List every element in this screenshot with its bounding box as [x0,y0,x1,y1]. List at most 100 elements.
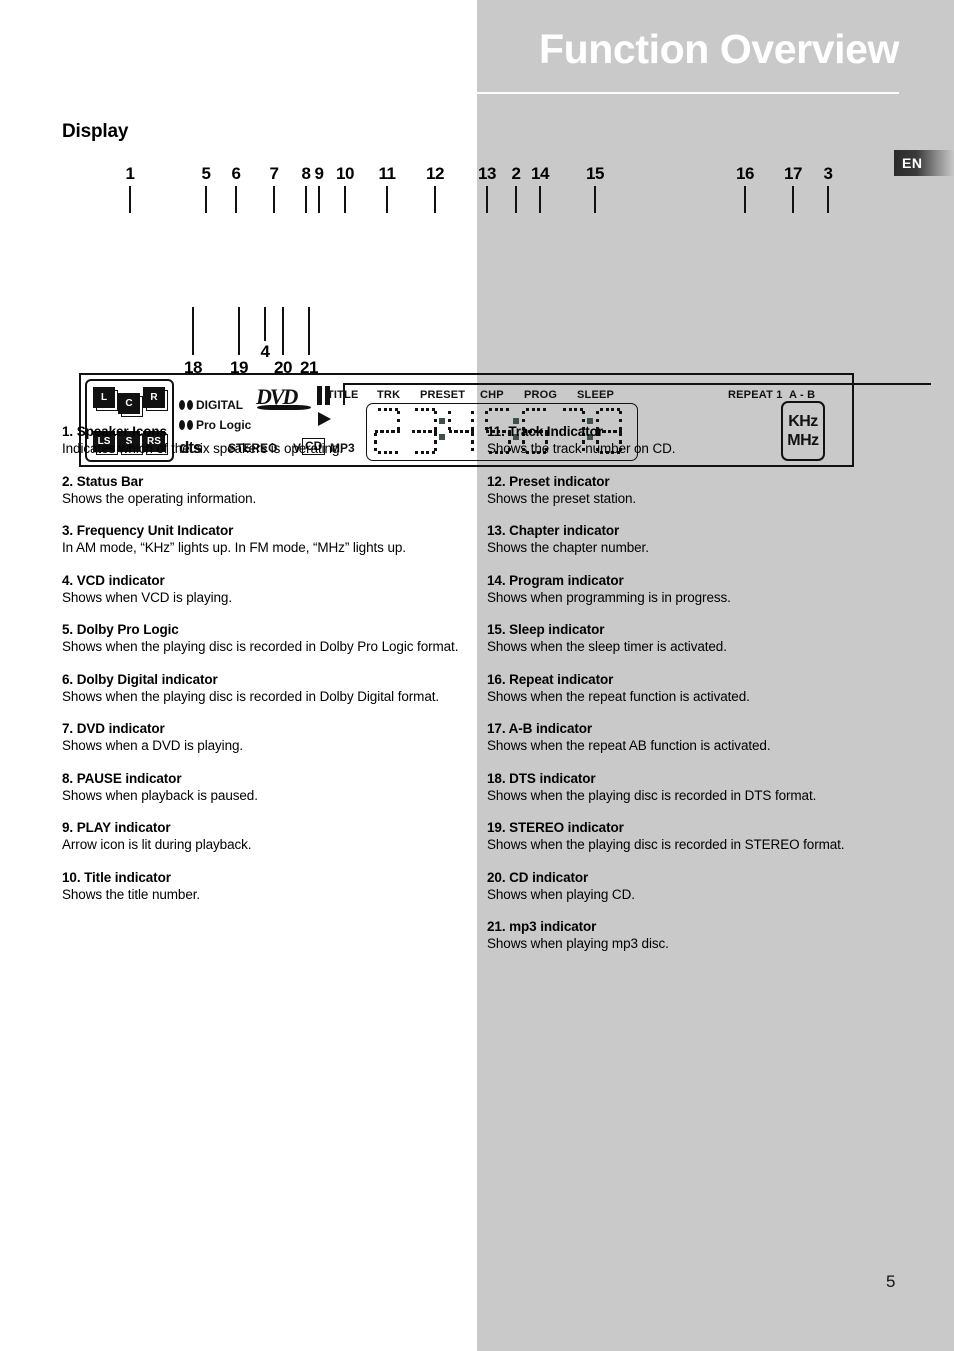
description-entry: 4. VCD indicator Shows when VCD is playin… [62,573,462,607]
description-entry: 11. Track Indicator Shows the track numbe… [487,424,887,458]
description-entry-body: Shows when the sleep timer is activated. [487,639,727,654]
description-entry-title: 1. Speaker Icons [62,424,167,439]
callout-leader-line [386,186,388,213]
page-title: Function Overview [539,26,899,72]
section-heading: Display [62,121,129,142]
description-entry-title: 6. Dolby Digital indicator [62,671,218,687]
status-label-preset: PRESET [420,389,466,401]
callout-leader-line [129,186,131,213]
description-entry-title: 13. Chapter indicator [487,523,620,538]
speaker-icon-r: R [143,387,165,408]
status-label-title: TITLE [327,389,359,401]
description-entry-title: 18. DTS indicator [487,770,596,786]
callout-leader-line [434,186,436,213]
display-panel-diagram: 1 5 6 7 8 9 10 11 12 13 2 14 15 16 17 3 18 19 20 21 4 L C R… [0,160,954,467]
description-entry: 13. Chapter indicator Shows the chapter n… [487,523,887,557]
description-entry: 10. Title indicator Shows the title numbe… [62,870,462,904]
callout-number-2: 2 [511,164,521,183]
callout-number-3: 3 [823,164,833,183]
status-label-a-b: A - B [789,389,816,401]
description-entry-body: Shows the title number. [62,886,201,902]
status-label-chp: CHP [480,389,504,401]
description-entry-title: 5. Dolby Pro Logic [62,622,179,637]
callout-number-12: 12 [426,164,444,183]
callout-number-14: 14 [531,164,549,183]
status-label-trk: TRK [377,389,401,401]
callout-leader-line [539,186,541,213]
description-entry-title: 12. Preset indicator [487,473,610,489]
description-entry-body: Shows when VCD is playing. [62,589,232,605]
description-entry-body: Shows the preset station. [487,490,637,506]
callout-leader-line [344,186,346,213]
description-entry-body: Shows when playing CD. [487,886,635,902]
description-entry: 2. Status Bar Shows the operating informa… [62,474,462,508]
page-number: 5 [886,1272,896,1291]
description-entry: 19. STEREO indicator Shows when the playi… [487,820,887,854]
description-entry-body: Shows when the repeat AB function is act… [487,738,771,753]
description-entry: 14. Program indicator Shows when programm… [487,573,887,607]
callout-leader-line [744,186,746,213]
description-entry: 16. Repeat indicator Shows when the repea… [487,672,887,706]
description-entry-title: 14. Program indicator [487,572,624,588]
header-divider-rule [477,92,899,94]
description-entry: 20. CD indicator Shows when playing CD. [487,870,887,904]
description-entry-body: Shows when playback is paused. [62,787,258,803]
description-entry-body: Shows when the repeat function is activa… [487,688,750,704]
callout-leader-line [273,186,275,213]
callout-number-17: 17 [784,164,802,183]
callout-leader-line [318,186,320,213]
description-entry-body: Shows when programming is in progress. [487,589,731,605]
description-entry-body: In AM mode, “KHz” lights up. In FM mode,… [62,540,406,555]
dolby-digital-label: DIGITAL [196,398,244,412]
callout-number-10: 10 [336,164,354,183]
speaker-icon-l: L [93,387,115,408]
description-entry: 5. Dolby Pro Logic Shows when the playing… [62,622,462,656]
callout-number-5: 5 [201,164,211,183]
callout-leader-line [305,186,307,213]
description-entry-title: 2. Status Bar [62,473,144,489]
description-entry-title: 3. Frequency Unit Indicator [62,523,234,538]
description-entry: 15. Sleep indicator Shows when the sleep … [487,622,887,656]
description-entry-title: 7. DVD indicator [62,721,165,736]
callout-number-8: 8 [301,164,311,183]
left-description-column: 1. Speaker Icons Indicates which of the s… [62,424,462,919]
description-entry-body: Shows when the playing disc is recorded … [487,837,845,852]
description-entry: 1. Speaker Icons Indicates which of the s… [62,424,462,458]
description-entry-body: Indicates which of the six speakers is o… [62,441,343,456]
callout-number-13: 13 [478,164,496,183]
right-description-column: 11. Track Indicator Shows the track numbe… [487,424,887,969]
status-label-repeat-1: REPEAT 1 [728,389,783,401]
description-entry-title: 19. STEREO indicator [487,820,624,835]
description-entry-body: Shows when playing mp3 disc. [487,936,669,951]
callout-number-15: 15 [586,164,604,183]
description-entry: 21. mp3 indicator Shows when playing mp3 … [487,919,887,953]
description-entry-body: Shows when a DVD is playing. [62,738,244,753]
description-entry-title: 10. Title indicator [62,869,171,885]
description-entry-title: 21. mp3 indicator [487,919,597,934]
callout-number-9: 9 [314,164,324,183]
description-entry: 6. Dolby Digital indicator Shows when the… [62,672,462,706]
description-entry: 8. PAUSE indicator Shows when playback is… [62,771,462,805]
description-entry-body: Shows when the playing disc is recorded … [487,787,817,803]
callout-leader-line [515,186,517,213]
callout-leader-line [205,186,207,213]
status-label-sleep: SLEEP [577,389,615,401]
description-entry-body: Shows when the playing disc is recorded … [62,688,440,704]
callout-leader-line [308,307,310,355]
callout-leader-line [827,186,829,213]
speaker-icon-c: C [118,393,140,414]
callout-number-16: 16 [736,164,754,183]
callout-number-1: 1 [125,164,135,183]
callout-leader-line [486,186,488,213]
description-entry-title: 17. A-B indicator [487,721,593,736]
callout-leader-line [282,307,284,355]
description-entry: 7. DVD indicator Shows when a DVD is play… [62,721,462,755]
dolby-double-d-icon [179,400,194,410]
description-entry-title: 9. PLAY indicator [62,820,171,835]
status-label-prog: PROG [524,389,558,401]
description-entry-title: 8. PAUSE indicator [62,770,182,786]
description-entry-title: 16. Repeat indicator [487,671,614,687]
callout-leader-line [594,186,596,213]
description-entry-body: Arrow icon is lit during playback. [62,837,252,852]
description-entry-title: 4. VCD indicator [62,572,165,588]
